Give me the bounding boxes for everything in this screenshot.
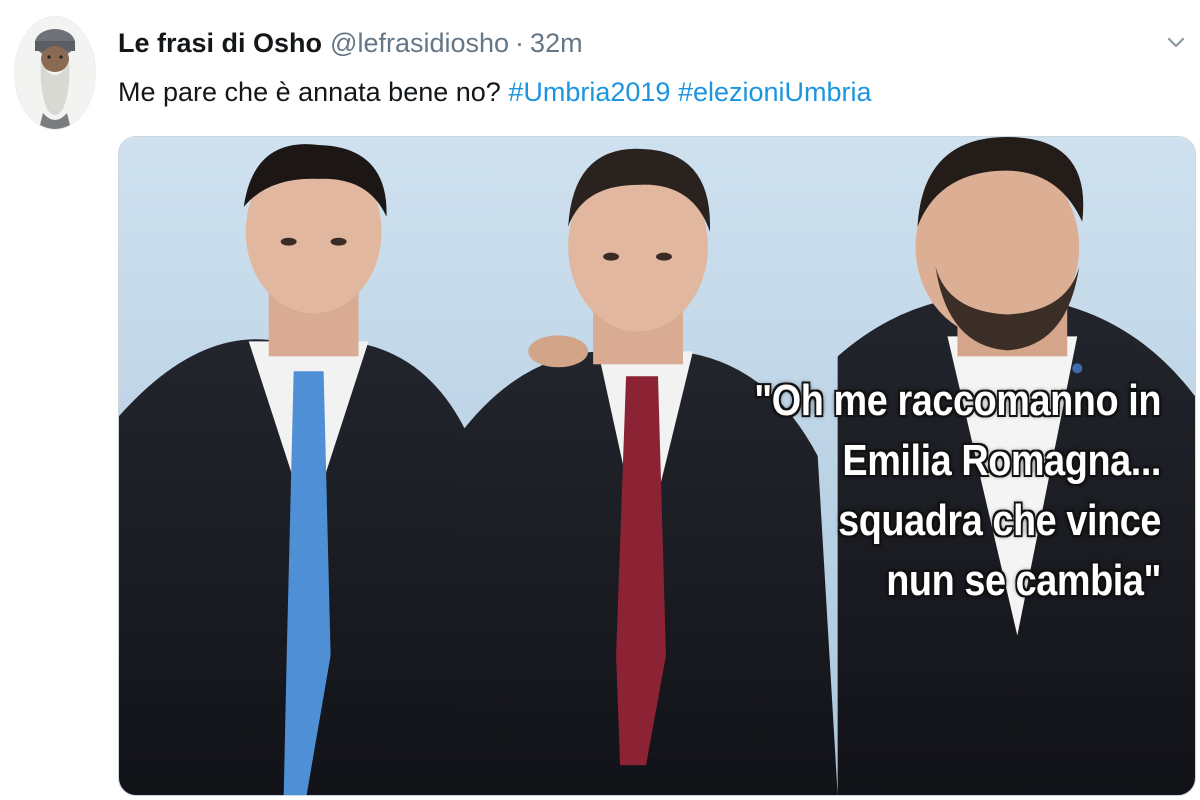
caption-line: "Oh me raccomanno in — [754, 376, 1161, 425]
caption-line: Emilia Romagna... — [842, 436, 1161, 485]
chevron-down-icon — [1167, 37, 1185, 48]
tweet-body: Me pare che è annata bene no? — [118, 77, 501, 107]
avatar[interactable] — [14, 16, 96, 130]
tweet-menu-button[interactable] — [1162, 28, 1190, 56]
user-handle[interactable]: @lefrasidiosho — [330, 28, 509, 58]
tweet-text: Me pare che è annata bene no? #Umbria201… — [118, 74, 872, 110]
hashtag-link[interactable]: #Umbria2019 — [508, 77, 670, 107]
display-name[interactable]: Le frasi di Osho — [118, 28, 322, 58]
tweet: Le frasi di Osho @lefrasidiosho · 32m Me pa… — [0, 0, 1200, 800]
hashtag-link[interactable]: #elezioniUmbria — [678, 77, 872, 107]
caption-line: squadra che vince — [838, 496, 1161, 545]
separator-dot: · — [515, 28, 525, 58]
tweet-image[interactable]: "Oh me raccomanno in Emilia Romagna... s… — [118, 136, 1196, 796]
image-caption: "Oh me raccomanno in Emilia Romagna... s… — [679, 371, 1161, 611]
caption-line: nun se cambia" — [886, 556, 1161, 605]
bearded-man-avatar-icon — [15, 17, 95, 129]
timestamp[interactable]: 32m — [530, 28, 583, 58]
tweet-header: Le frasi di Osho @lefrasidiosho · 32m — [118, 26, 583, 60]
